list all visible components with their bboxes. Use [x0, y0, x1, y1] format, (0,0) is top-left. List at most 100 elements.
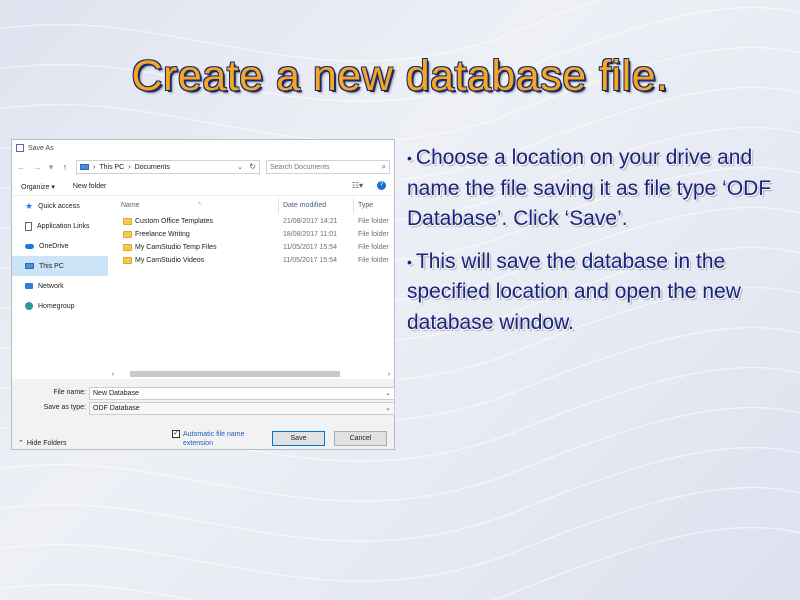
up-arrow-icon[interactable]: ↑ [60, 162, 70, 172]
star-icon: ★ [25, 201, 34, 211]
computer-icon [25, 263, 34, 269]
folder-icon [123, 231, 132, 238]
file-name: Custom Office Templates [135, 218, 213, 225]
help-icon[interactable]: ? [377, 181, 386, 190]
sidebar-item-label: This PC [39, 262, 64, 270]
save-button[interactable]: Save [272, 431, 325, 446]
address-dropdown-icon[interactable]: ⌄ [237, 163, 243, 171]
bullet-text: Choose a location on your drive and name… [407, 146, 772, 231]
sidebar-item-homegroup[interactable]: Homegroup [12, 296, 108, 316]
save-as-dialog: Save As ← → ▾ ↑ › This PC › Documents ⌄ … [11, 139, 395, 450]
dialog-titlebar: Save As [12, 140, 394, 156]
file-name-row: File name: New Database ⌄ [12, 387, 395, 400]
file-type: File folder [358, 218, 389, 225]
file-name-label: File name: [53, 389, 86, 396]
bullet-icon: • [407, 253, 412, 270]
dialog-title: Save As [28, 144, 54, 152]
column-headers: ^ Name Date modified Type [108, 196, 394, 216]
file-row[interactable]: Custom Office Templates 21/08/2017 14:21… [108, 216, 394, 229]
breadcrumb-documents[interactable]: Documents [135, 164, 170, 171]
file-type: File folder [358, 231, 389, 238]
navigation-bar: ← → ▾ ↑ › This PC › Documents ⌄ ↻ Search… [12, 156, 394, 178]
sidebar-item-label: OneDrive [39, 242, 69, 250]
app-icon [16, 144, 24, 152]
auto-extension-label: Automatic file name extension [183, 431, 245, 447]
new-folder-button[interactable]: New folder [73, 183, 106, 190]
breadcrumb-this-pc[interactable]: This PC [99, 164, 124, 171]
address-separator: › [93, 163, 96, 171]
sidebar-item-quick-access[interactable]: ★ Quick access [12, 196, 108, 216]
bullet-item: • This will save the database in the spec… [407, 247, 787, 339]
file-row[interactable]: Freelance Writing 18/08/2017 11:01 File … [108, 229, 394, 242]
file-name-input[interactable]: New Database ⌄ [89, 387, 395, 400]
folder-icon [123, 244, 132, 251]
homegroup-icon [25, 302, 33, 310]
file-name: My CamStudio Videos [135, 257, 205, 264]
file-type: File folder [358, 244, 389, 251]
chevron-down-icon[interactable]: ⌄ [385, 388, 391, 399]
organize-menu[interactable]: Organize ▾ [21, 183, 55, 191]
slide-bullets: • Choose a location on your drive and nam… [407, 143, 787, 350]
document-icon [25, 221, 32, 231]
column-header-date[interactable]: Date modified [283, 202, 326, 209]
address-separator: › [128, 163, 131, 171]
save-as-type-row: Save as type: ODF Database ⌄ [12, 402, 395, 415]
scrollbar-thumb[interactable] [130, 371, 340, 377]
horizontal-scrollbar[interactable]: ‹ › [108, 369, 394, 379]
sidebar-item-label: Homegroup [38, 302, 75, 310]
bullet-item: • Choose a location on your drive and nam… [407, 143, 787, 235]
bullet-text: This will save the database in the speci… [407, 249, 741, 334]
column-header-type[interactable]: Type [358, 202, 373, 209]
save-as-type-label: Save as type: [43, 404, 86, 411]
folder-icon [123, 257, 132, 264]
refresh-icon[interactable]: ↻ [249, 162, 256, 171]
back-arrow-icon[interactable]: ← [16, 162, 26, 172]
search-placeholder: Search Documents [270, 163, 330, 171]
file-name: My CamStudio Temp Files [135, 244, 217, 251]
file-row[interactable]: My CamStudio Videos 11/05/2017 15:54 Fil… [108, 255, 394, 268]
chevron-down-icon[interactable]: ⌄ [385, 403, 391, 414]
file-date: 18/08/2017 11:01 [283, 231, 337, 238]
dialog-toolbar: Organize ▾ New folder ☷▾ ? [12, 178, 394, 196]
network-icon [25, 283, 33, 289]
navigation-pane: ★ Quick access Application Links OneDriv… [12, 196, 108, 373]
sidebar-item-label: Network [38, 282, 64, 290]
auto-extension-checkbox[interactable]: ✓ [172, 430, 180, 438]
computer-icon [80, 164, 89, 170]
column-divider[interactable] [278, 198, 279, 214]
sidebar-item-onedrive[interactable]: OneDrive [12, 236, 108, 256]
scroll-left-icon[interactable]: ‹ [108, 371, 118, 378]
sidebar-item-application-links[interactable]: Application Links [12, 216, 108, 236]
hide-folders-toggle[interactable]: ⌃ Hide Folders [18, 439, 67, 448]
sidebar-item-network[interactable]: Network [12, 276, 108, 296]
column-header-name[interactable]: Name [121, 202, 140, 209]
column-divider[interactable] [353, 198, 354, 214]
cloud-icon [25, 243, 34, 249]
save-as-type-select[interactable]: ODF Database ⌄ [89, 402, 395, 415]
sidebar-item-label: Quick access [38, 202, 80, 210]
cancel-button[interactable]: Cancel [334, 431, 387, 446]
file-name: Freelance Writing [135, 231, 190, 238]
forward-arrow-icon[interactable]: → [32, 162, 42, 172]
recent-locations-icon[interactable]: ▾ [48, 162, 54, 173]
file-date: 11/05/2017 15:54 [283, 244, 337, 251]
hide-folders-label: Hide Folders [26, 439, 67, 447]
file-row[interactable]: My CamStudio Temp Files 11/05/2017 15:54… [108, 242, 394, 255]
chevron-up-icon: ⌃ [18, 440, 24, 447]
file-date: 21/08/2017 14:21 [283, 218, 338, 225]
view-options-icon[interactable]: ☷▾ [352, 181, 363, 190]
dialog-body: ★ Quick access Application Links OneDriv… [12, 196, 394, 373]
file-name-value: New Database [93, 390, 139, 397]
address-bar[interactable]: › This PC › Documents ⌄ ↻ [76, 160, 260, 174]
search-input[interactable]: Search Documents ⌕ [266, 160, 390, 174]
sort-arrow-icon: ^ [198, 202, 201, 208]
search-icon: ⌕ [381, 162, 386, 171]
dialog-footer: File name: New Database ⌄ Save as type: … [12, 379, 395, 449]
slide-title: Create a new database file. [131, 52, 669, 100]
sidebar-item-this-pc[interactable]: This PC [12, 256, 108, 276]
file-type: File folder [358, 257, 389, 264]
file-list: ^ Name Date modified Type Custom Office … [108, 196, 394, 373]
scroll-right-icon[interactable]: › [384, 371, 394, 378]
auto-extension-option[interactable]: ✓ Automatic file name extension [172, 430, 263, 448]
save-as-type-value: ODF Database [93, 405, 140, 412]
